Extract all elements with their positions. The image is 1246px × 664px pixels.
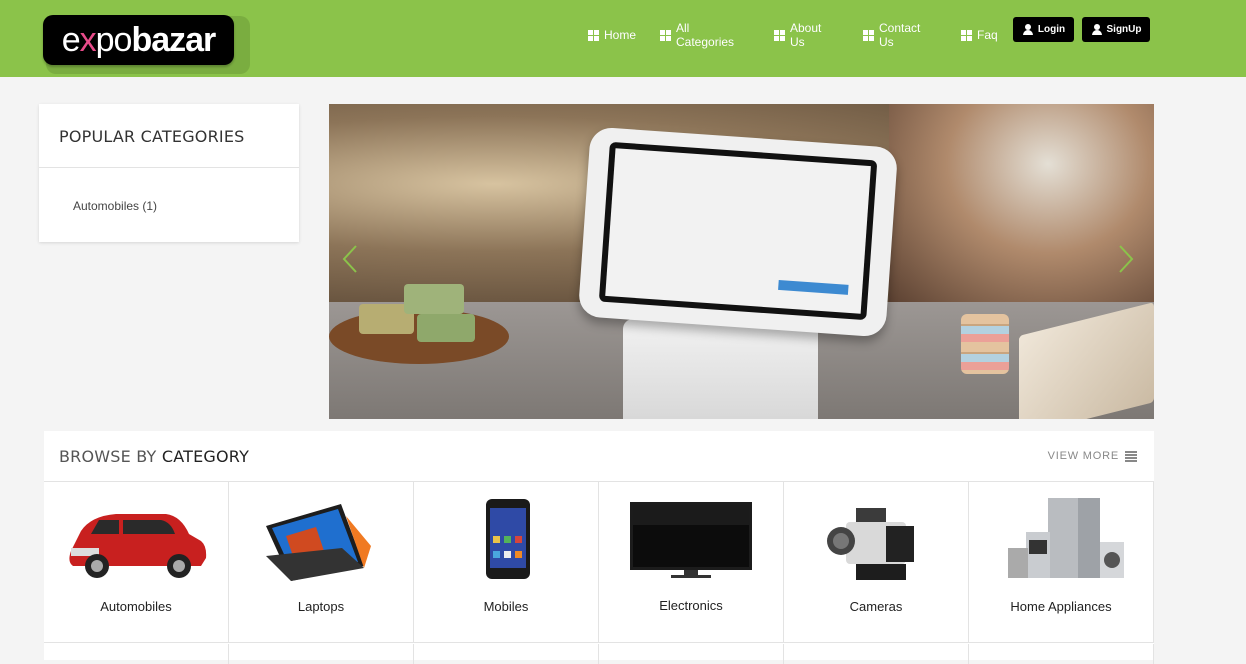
category-label: Electronics bbox=[659, 598, 723, 613]
grid-icon bbox=[961, 29, 972, 41]
logo-letter-x: x bbox=[79, 20, 97, 59]
nav-all-categories[interactable]: All Categories bbox=[660, 21, 734, 49]
nav-all-categories-label: All Categories bbox=[676, 21, 735, 49]
browse-title-prefix: BROWSE BY bbox=[59, 447, 157, 466]
category-label: Mobiles bbox=[483, 599, 529, 614]
logo-letters-po: po bbox=[95, 20, 133, 59]
pos-stand bbox=[623, 319, 818, 419]
category-label: Automobiles bbox=[100, 599, 172, 614]
browse-title-bold: CATEGORY bbox=[161, 447, 250, 466]
category-row-2-cell bbox=[969, 644, 1154, 664]
pos-tablet bbox=[577, 126, 899, 338]
category-card-cameras[interactable]: Cameras bbox=[784, 482, 969, 643]
category-card-laptops[interactable]: Laptops bbox=[229, 482, 414, 643]
car-image bbox=[69, 514, 207, 578]
category-label: Laptops bbox=[297, 599, 345, 614]
popular-categories-title: POPULAR CATEGORIES bbox=[39, 104, 299, 168]
charge-button-graphic bbox=[778, 279, 849, 295]
soap-bar bbox=[417, 314, 475, 342]
grid-icon bbox=[863, 29, 874, 41]
phone-image bbox=[486, 499, 530, 579]
category-label: Home Appliances bbox=[1010, 599, 1112, 614]
category-card-electronics[interactable]: Electronics bbox=[599, 482, 784, 643]
tablet-screen bbox=[598, 141, 878, 321]
login-button[interactable]: Login bbox=[1013, 17, 1074, 42]
popular-categories-panel: POPULAR CATEGORIES Automobiles (1) bbox=[39, 104, 299, 242]
chevron-right-icon[interactable] bbox=[1118, 244, 1134, 274]
nav-home[interactable]: Home bbox=[588, 27, 636, 43]
list-icon bbox=[1125, 450, 1137, 462]
nav-home-label: Home bbox=[604, 28, 637, 42]
laptop-image bbox=[266, 504, 371, 581]
nav-about-us[interactable]: About Us bbox=[774, 21, 821, 49]
signup-button[interactable]: SignUp bbox=[1082, 17, 1150, 42]
tv-image bbox=[630, 502, 752, 578]
view-more-link[interactable]: VIEW MORE bbox=[1048, 450, 1137, 462]
chevron-left-icon[interactable] bbox=[342, 244, 358, 274]
category-card-home-appliances[interactable]: Home Appliances bbox=[969, 482, 1154, 643]
nav-about-us-label: About Us bbox=[790, 21, 822, 49]
soap-bar bbox=[404, 284, 464, 314]
nav-contact-us-label: Contact Us bbox=[879, 21, 921, 49]
camera-image bbox=[827, 508, 914, 580]
category-card-automobiles[interactable]: Automobiles bbox=[44, 482, 229, 643]
nav-contact-us[interactable]: Contact Us bbox=[863, 21, 920, 49]
category-row-2-cell bbox=[784, 644, 969, 664]
top-header: e x po bazar Home All Categories About Us C… bbox=[0, 0, 1246, 77]
hero-slider[interactable] bbox=[329, 104, 1154, 419]
login-label: Login bbox=[1037, 24, 1066, 35]
grid-icon bbox=[774, 29, 785, 41]
user-icon bbox=[1091, 23, 1103, 36]
popular-category-item[interactable]: Automobiles (1) bbox=[39, 168, 299, 213]
browse-title: BROWSE BY CATEGORY bbox=[59, 447, 249, 466]
category-row-2-cell bbox=[229, 644, 414, 664]
nav-faq-label: Faq bbox=[977, 28, 998, 42]
category-label: Cameras bbox=[849, 599, 903, 614]
grid-icon bbox=[588, 29, 599, 41]
category-row-2-cell bbox=[414, 644, 599, 664]
user-icon bbox=[1022, 23, 1034, 36]
slide-background-right bbox=[889, 104, 1154, 304]
tape-rolls bbox=[961, 314, 1009, 374]
category-card-mobiles[interactable]: Mobiles bbox=[414, 482, 599, 643]
signup-label: SignUp bbox=[1106, 24, 1142, 35]
site-logo[interactable]: e x po bazar bbox=[43, 15, 234, 65]
category-row-2-cell bbox=[599, 644, 784, 664]
logo-letter-e: e bbox=[61, 20, 81, 59]
pos-app-screen bbox=[605, 148, 871, 314]
browse-by-category-panel: BROWSE BY CATEGORY VIEW MORE Automobiles bbox=[44, 431, 1154, 664]
logo-word-bazar: bazar bbox=[131, 20, 216, 59]
category-grid: Automobiles Laptops Mobiles Electronics … bbox=[44, 482, 1154, 664]
appliances-image bbox=[1008, 498, 1124, 578]
view-more-label: VIEW MORE bbox=[1047, 450, 1119, 462]
browse-header: BROWSE BY CATEGORY VIEW MORE bbox=[44, 431, 1154, 482]
grid-icon bbox=[660, 29, 671, 41]
category-row-2-cell bbox=[44, 644, 229, 664]
nav-faq[interactable]: Faq bbox=[961, 27, 998, 43]
